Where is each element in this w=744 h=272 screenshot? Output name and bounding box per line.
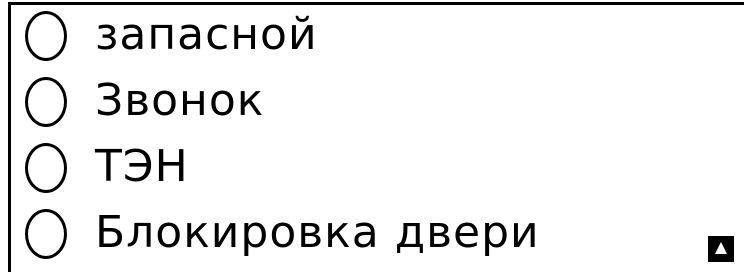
output-row-spare[interactable]: запасной [11, 5, 711, 69]
lock-icon [708, 236, 734, 262]
lock-icon-glyph [715, 242, 727, 254]
output-toggle-heater[interactable] [25, 143, 67, 193]
output-row-bell[interactable]: Звонок [11, 71, 711, 135]
output-row-door-lock[interactable]: Блокировка двери [11, 203, 711, 267]
output-label-heater: ТЭН [95, 141, 189, 192]
output-label-door-lock: Блокировка двери [95, 207, 540, 258]
outputs-panel: запасной Звонок ТЭН Блокировка двери [8, 2, 744, 272]
output-label-bell: Звонок [95, 75, 265, 126]
output-row-heater[interactable]: ТЭН [11, 137, 711, 201]
output-label-spare: запасной [95, 9, 318, 60]
output-toggle-bell[interactable] [25, 77, 67, 127]
output-toggle-door-lock[interactable] [25, 209, 67, 259]
output-toggle-spare[interactable] [25, 11, 67, 61]
